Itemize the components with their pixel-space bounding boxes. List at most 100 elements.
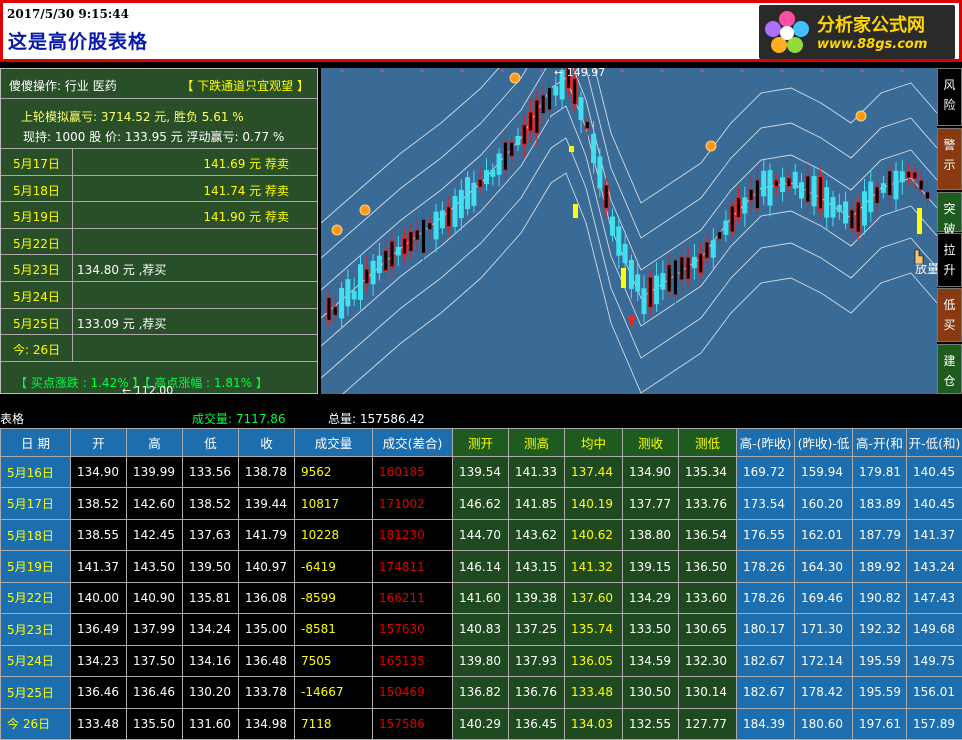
column-header[interactable]: 收: [238, 428, 295, 457]
table-row[interactable]: 5月16日 134.90 139.99 133.56 138.78 9562 160185 1…: [0, 455, 962, 489]
table-cell: 141.33: [508, 455, 565, 489]
signal-button[interactable]: 建仓: [937, 344, 962, 394]
hand-cursor-icon: [914, 249, 924, 265]
signal-button[interactable]: 低买: [937, 288, 962, 342]
table-cell: 137.44: [564, 455, 623, 489]
table-cell: 132.55: [622, 707, 679, 740]
candle-body: [458, 189, 464, 219]
table-cell: 146.14: [452, 550, 509, 583]
data-table: 日 期开高低收成交量 成交(差合) 测开 测高 均中 测收 测低 高-(昨收) (昨收)-低 高-…: [0, 428, 962, 740]
signal-row: 今: 26日: [1, 335, 317, 362]
table-row[interactable]: 5月18日 138.55 142.45 137.63 141.79 10228 181230…: [0, 518, 962, 552]
table-row[interactable]: 5月17日 138.52 142.60 138.52 139.44 10817 171002…: [0, 487, 962, 520]
sell-signal: 141.74 元 荐卖: [203, 183, 289, 198]
candle-body: [748, 188, 754, 201]
table-cell: 134.90: [622, 455, 679, 489]
candle-body: [572, 77, 578, 105]
candle-body: [591, 133, 597, 164]
tick-mark: [381, 68, 385, 72]
table-cell: 139.15: [622, 550, 679, 583]
table-cell: 136.82: [452, 676, 509, 709]
candle-body: [780, 177, 786, 193]
column-header[interactable]: 测收: [622, 428, 679, 457]
candle-body: [540, 94, 546, 115]
candle-body: [679, 256, 685, 281]
candle-body: [925, 191, 930, 200]
table-cell: 135.00: [238, 613, 295, 646]
column-header[interactable]: 高: [126, 428, 183, 457]
signal-row: 5月17日 141.69 元 荐卖: [1, 149, 317, 176]
candle-body: [389, 240, 395, 268]
column-header[interactable]: (昨收)-低: [794, 428, 853, 457]
candle-body: [358, 264, 363, 300]
column-header[interactable]: 日 期: [0, 428, 71, 457]
signal-sidebar: 风险 警示 突破 拉升 低买 建仓: [937, 68, 962, 394]
table-row[interactable]: 5月19日 141.37 143.50 139.50 140.97 -6419 174811…: [0, 550, 962, 583]
table-cell: 139.38: [508, 581, 565, 615]
table-cell: 140.19: [564, 487, 623, 520]
column-header[interactable]: 测低: [678, 428, 737, 457]
price-chart[interactable]: ← 149.97放量跌: [320, 0, 951, 414]
candle-body: [899, 171, 905, 183]
signal-date: 5月17日: [1, 149, 73, 175]
table-row[interactable]: 5月23日 136.49 137.99 134.24 135.00 -8581 157630…: [0, 613, 962, 646]
column-header[interactable]: 测开: [452, 428, 509, 457]
table-cell: 133.48: [564, 676, 623, 709]
table-cell: 7505: [294, 644, 373, 678]
table-cell: 139.99: [126, 455, 183, 489]
table-cell: 149.75: [906, 644, 962, 678]
table-row[interactable]: 5月25日 136.46 136.46 130.20 133.78 -14667 15046…: [0, 676, 962, 709]
signal-button[interactable]: 拉升: [937, 233, 962, 287]
op-label: 傻傻操作: 行业 医药: [9, 79, 117, 93]
signal-button[interactable]: 突破: [937, 192, 962, 236]
column-header[interactable]: 测高: [508, 428, 565, 457]
table-cell: 135.74: [564, 613, 623, 646]
candle-body: [862, 191, 867, 226]
candle-body: [836, 204, 842, 212]
table-cell: 144.70: [452, 518, 509, 552]
table-cell: 135.50: [126, 707, 183, 740]
candle-body: [421, 218, 426, 254]
buy-signal: 134.80 元 ,荐买: [77, 263, 167, 278]
column-header[interactable]: 高-开(和: [852, 428, 907, 457]
column-header[interactable]: 开-低(和): [906, 428, 962, 457]
candle-body: [824, 187, 830, 218]
table-cell: 140.29: [452, 707, 509, 740]
candle-body: [786, 177, 792, 188]
column-header[interactable]: 均中: [564, 428, 623, 457]
candle-body: [402, 237, 408, 255]
buy-signal: 133.09 元 ,荐买: [77, 316, 167, 331]
table-cell: 165135: [372, 644, 453, 678]
column-header[interactable]: 高-(昨收): [736, 428, 795, 457]
column-header[interactable]: 成交量: [294, 428, 373, 457]
trade-panel: 傻傻操作: 行业 医药 【 下跌通道只宜观望 】 上轮模拟赢亏: 3714.52…: [0, 68, 318, 394]
candle-body: [641, 288, 647, 315]
candle-body: [345, 279, 351, 307]
table-cell: 139.54: [452, 455, 509, 489]
column-header[interactable]: 开: [70, 428, 127, 457]
table-cell: 192.32: [852, 613, 907, 646]
candle-body: [660, 273, 666, 290]
table-cell: 166211: [372, 581, 453, 615]
column-header[interactable]: 成交(差合): [372, 428, 453, 457]
table-cell: -8581: [294, 613, 373, 646]
column-header[interactable]: 低: [182, 428, 239, 457]
table-row[interactable]: 5月24日 134.23 137.50 134.16 136.48 7505 165135 1…: [0, 644, 962, 678]
sell-signal-icon: [359, 204, 371, 216]
table-cell: 134.16: [182, 644, 239, 678]
table-cell: 140.97: [238, 550, 295, 583]
table-cell: 5月22日: [0, 581, 71, 615]
table-row[interactable]: 今 26日 133.48 135.50 131.60 134.98 7118 157586 1…: [0, 707, 962, 740]
table-row[interactable]: 5月22日 140.00 140.90 135.81 136.08 -8599 166211…: [0, 581, 962, 615]
tick-mark: [341, 68, 345, 72]
signal-button[interactable]: 风险: [937, 68, 962, 126]
table-cell: 150469: [372, 676, 453, 709]
total-volume-label: 总量: 157586.42: [328, 412, 425, 426]
signal-button[interactable]: 警示: [937, 128, 962, 190]
candle-body: [918, 179, 924, 191]
candle-body: [616, 226, 622, 256]
candle-body: [830, 196, 836, 218]
candle-body: [704, 241, 710, 259]
table-cell: 135.34: [678, 455, 737, 489]
table-cell: 195.59: [852, 676, 907, 709]
